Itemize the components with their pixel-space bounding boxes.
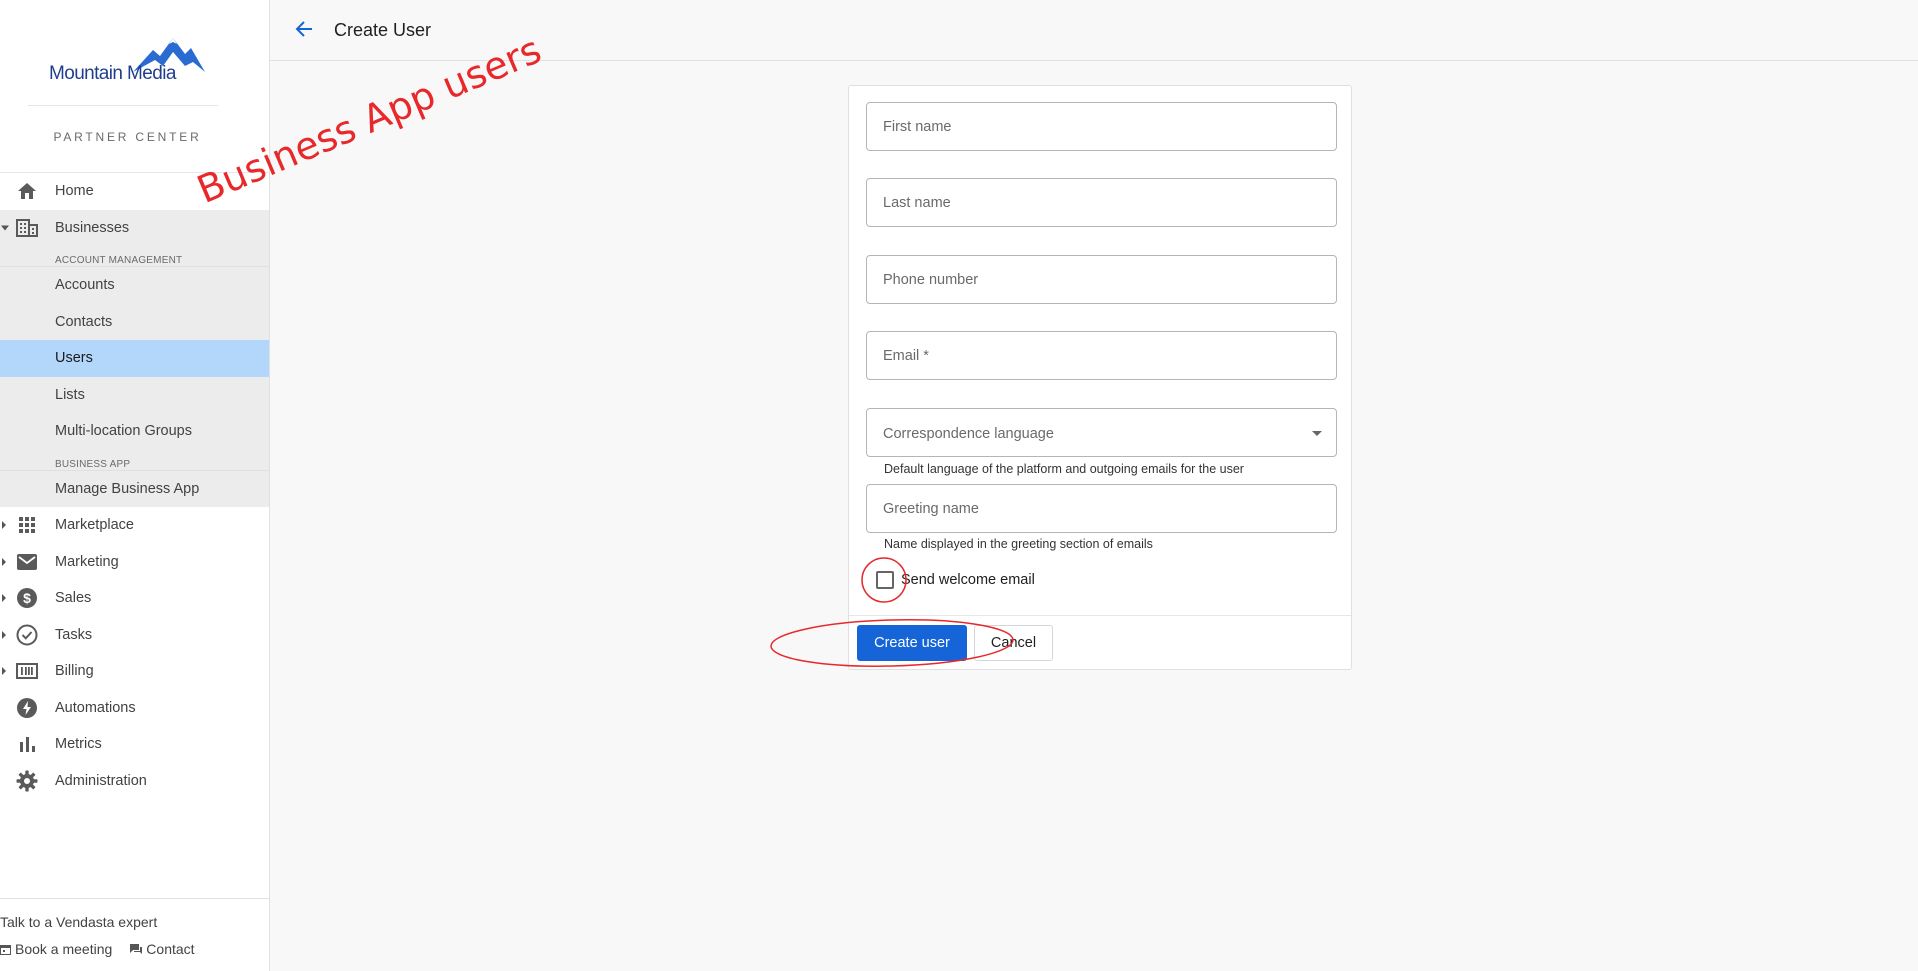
sidebar-item-label: Marketplace bbox=[55, 517, 134, 534]
submenu-header-business-app: BUSINESS APP bbox=[0, 450, 269, 471]
calendar-icon bbox=[0, 944, 11, 955]
chat-icon bbox=[130, 943, 143, 954]
sidebar-item-automations[interactable]: Automations bbox=[0, 690, 269, 727]
building-icon bbox=[16, 217, 38, 239]
sidebar-item-billing[interactable]: Billing bbox=[0, 653, 269, 690]
submenu-header-account-management: ACCOUNT MANAGEMENT bbox=[0, 246, 269, 267]
sidebar-item-label: Billing bbox=[55, 663, 94, 680]
page-title: Create User bbox=[334, 20, 432, 40]
footer-links: Book a meeting Contact bbox=[0, 941, 195, 957]
caret-right-icon bbox=[2, 594, 6, 603]
sidebar-item-multi-location-groups[interactable]: Multi-location Groups bbox=[0, 413, 269, 450]
caret-right-icon bbox=[2, 557, 6, 566]
sidebar-item-lists[interactable]: Lists bbox=[0, 377, 269, 414]
dropdown-arrow-icon bbox=[1312, 431, 1322, 436]
brand-name: Mountain Media bbox=[49, 63, 176, 84]
language-select-label: Correspondence language bbox=[883, 426, 1054, 442]
mail-icon bbox=[16, 551, 38, 573]
back-arrow-icon[interactable] bbox=[294, 19, 314, 39]
check-circle-icon bbox=[16, 624, 38, 646]
book-meeting-label: Book a meeting bbox=[15, 941, 113, 957]
talk-to-expert-label: Talk to a Vendasta expert bbox=[0, 914, 158, 930]
billing-icon bbox=[16, 660, 38, 682]
contact-label: Contact bbox=[146, 941, 195, 957]
form-actions-divider bbox=[849, 615, 1351, 616]
sidebar-item-marketplace[interactable]: Marketplace bbox=[0, 507, 269, 544]
caret-down-icon bbox=[1, 225, 9, 231]
businesses-submenu: ACCOUNT MANAGEMENT Accounts Contacts Use… bbox=[0, 246, 269, 507]
sidebar-item-users[interactable]: Users bbox=[0, 340, 269, 377]
svg-text:$: $ bbox=[23, 590, 31, 606]
sidebar-item-label: Sales bbox=[55, 590, 92, 607]
correspondence-language-select[interactable]: Correspondence language bbox=[866, 408, 1337, 457]
caret-right-icon bbox=[2, 521, 6, 530]
cancel-button[interactable]: Cancel bbox=[974, 625, 1053, 661]
send-welcome-email-checkbox[interactable] bbox=[876, 571, 894, 589]
sidebar-item-sales[interactable]: $ Sales bbox=[0, 580, 269, 617]
sidebar-item-tasks[interactable]: Tasks bbox=[0, 617, 269, 654]
first-name-input[interactable] bbox=[867, 103, 1336, 150]
last-name-field bbox=[866, 178, 1337, 227]
caret-right-icon bbox=[2, 667, 6, 676]
grid-icon bbox=[16, 514, 38, 536]
sidebar-item-label: Marketing bbox=[55, 553, 119, 570]
sidebar-item-businesses[interactable]: Businesses bbox=[0, 209, 269, 246]
sidebar: Mountain Media PARTNER CENTER Home Busin… bbox=[0, 0, 270, 971]
logo-divider bbox=[28, 105, 218, 106]
sidebar-item-label: Automations bbox=[55, 699, 136, 716]
email-field bbox=[866, 331, 1337, 380]
sidebar-item-label: Home bbox=[55, 183, 94, 200]
sidebar-item-manage-business-app[interactable]: Manage Business App bbox=[0, 471, 269, 508]
sidebar-item-administration[interactable]: Administration bbox=[0, 763, 269, 800]
sidebar-item-label: Tasks bbox=[55, 626, 93, 643]
greeting-hint: Name displayed in the greeting section o… bbox=[884, 537, 1153, 551]
sidebar-item-contacts[interactable]: Contacts bbox=[0, 304, 269, 341]
sidebar-nav: Home Businesses ACCOUNT MANAGEMENT Accou… bbox=[0, 173, 269, 799]
create-user-button[interactable]: Create user bbox=[857, 625, 967, 661]
last-name-input[interactable] bbox=[867, 179, 1336, 226]
sidebar-item-metrics[interactable]: Metrics bbox=[0, 726, 269, 763]
language-hint: Default language of the platform and out… bbox=[884, 462, 1244, 476]
first-name-field bbox=[866, 102, 1337, 151]
bolt-icon bbox=[16, 697, 38, 719]
email-input[interactable] bbox=[867, 332, 1336, 379]
sidebar-item-label: Administration bbox=[55, 772, 147, 789]
send-welcome-email-label: Send welcome email bbox=[901, 572, 1035, 588]
gear-icon bbox=[16, 770, 38, 792]
brand-logo[interactable]: Mountain Media bbox=[45, 36, 215, 88]
partner-center-label: PARTNER CENTER bbox=[53, 130, 202, 144]
book-meeting-link[interactable]: Book a meeting bbox=[0, 941, 112, 957]
footer-divider bbox=[0, 898, 270, 899]
dollar-icon: $ bbox=[16, 587, 38, 609]
phone-input[interactable] bbox=[867, 256, 1336, 303]
welcome-email-row: Send welcome email bbox=[876, 571, 1035, 589]
sidebar-item-label: Metrics bbox=[55, 736, 102, 753]
greeting-name-input[interactable] bbox=[867, 485, 1336, 532]
create-user-form: Correspondence language Default language… bbox=[848, 85, 1352, 670]
sidebar-item-label: Businesses bbox=[55, 219, 130, 236]
bar-chart-icon bbox=[16, 733, 38, 755]
sidebar-item-marketing[interactable]: Marketing bbox=[0, 544, 269, 581]
sidebar-item-accounts[interactable]: Accounts bbox=[0, 267, 269, 304]
contact-link[interactable]: Contact bbox=[130, 941, 195, 957]
greeting-name-field bbox=[866, 484, 1337, 533]
caret-right-icon bbox=[2, 630, 6, 639]
home-icon bbox=[16, 180, 38, 202]
phone-field bbox=[866, 255, 1337, 304]
